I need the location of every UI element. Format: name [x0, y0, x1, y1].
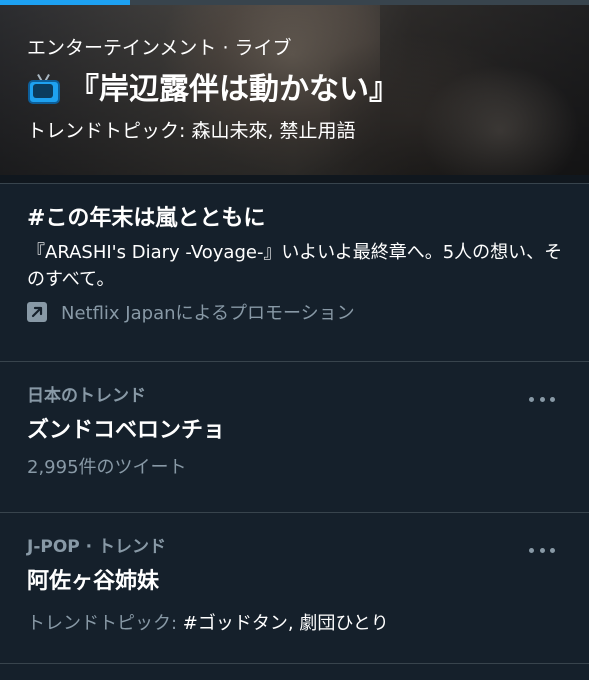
trend-context: J-POP · トレンド	[27, 537, 167, 557]
more-options-icon[interactable]	[529, 540, 555, 560]
section-divider	[0, 175, 589, 183]
explore-trends-screen: エンターテインメント · ライブ 『岸辺露伴は動かない』 トレンドトピック: 森…	[0, 0, 589, 680]
event-trending-topics: トレンドトピック: 森山未來, 禁止用語	[27, 120, 356, 142]
trend-related-topics: トレンドトピック: #ゴッドタン, 劇団ひとり	[27, 611, 569, 637]
event-category: エンターテインメント · ライブ	[27, 37, 292, 59]
promoted-trend[interactable]: #この年末は嵐とともに 『ARASHI's Diary -Voyage-』いよい…	[0, 184, 589, 361]
event-title: 『岸辺露伴は動かない』	[69, 72, 399, 107]
tv-icon	[27, 74, 61, 106]
divider	[0, 663, 589, 664]
promoted-trend-description: 『ARASHI's Diary -Voyage-』いよいよ最終章へ。5人の想い、…	[27, 242, 563, 290]
promoted-trend-title: #この年末は嵐とともに	[27, 206, 266, 231]
trend-topics-value: #ゴッドタン, 劇団ひとり	[182, 613, 389, 634]
trend-name: 阿佐ヶ谷姉妹	[27, 569, 160, 594]
trend-item[interactable]: J-POP · トレンド 阿佐ヶ谷姉妹 トレンドトピック: #ゴッドタン, 劇団…	[0, 513, 589, 663]
promoted-arrow-icon	[27, 302, 47, 322]
trend-tweet-count: 2,995件のツイート	[27, 457, 187, 478]
trend-item[interactable]: 日本のトレンド ズンドコベロンチョ 2,995件のツイート	[0, 362, 589, 512]
trend-topics-label: トレンドトピック:	[27, 613, 183, 634]
trend-name: ズンドコベロンチョ	[27, 418, 226, 443]
trend-context: 日本のトレンド	[27, 386, 146, 406]
more-options-icon[interactable]	[529, 389, 555, 409]
featured-event-banner[interactable]: エンターテインメント · ライブ 『岸辺露伴は動かない』 トレンドトピック: 森…	[0, 5, 589, 175]
promoted-by-label: Netflix Japanによるプロモーション	[61, 303, 355, 324]
